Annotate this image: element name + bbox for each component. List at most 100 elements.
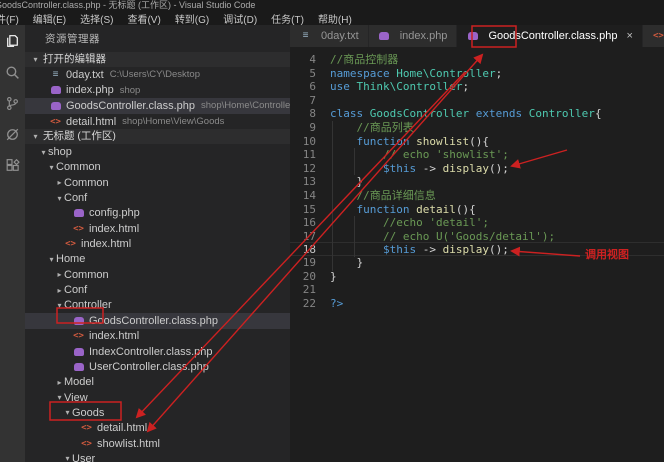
tree-folder-controller[interactable]: ▾ Controller [25,298,290,313]
tree-file-indexcontroller-class-php[interactable]: IndexController.class.php [25,344,290,359]
open-editor-item[interactable]: <> detail.html shop\Home\View\Goods [25,114,290,130]
file-path: shop\Home\Controller [201,100,290,112]
tree-folder-view[interactable]: ▾ View [25,390,290,405]
line-number: 14 [302,188,316,202]
code-text: namespace Home\Controller; [330,66,503,80]
file-name: detail.html [66,115,117,128]
menu-item-6[interactable]: 调试(D) [216,11,264,26]
code-text: $this -> display(); [382,243,509,257]
tree-folder-conf[interactable]: ▾ Conf [25,190,290,205]
tree-item-label: Home [56,253,86,266]
menu-item-7[interactable]: 任务(T) [264,11,311,26]
tree-file-usercontroller-class-php[interactable]: UserController.class.php [25,359,290,374]
extensions-icon[interactable] [4,157,21,174]
menu-item-5[interactable]: 转到(G) [168,11,216,26]
php-file-icon [72,315,85,326]
menu-item-2[interactable]: 编辑(E) [26,11,73,26]
code-line: 4 //商品控制器 [290,53,664,67]
html-file-icon: <> [652,31,664,41]
code-text: class GoodsController extends Controller… [330,107,602,121]
tree-folder-shop[interactable]: ▾ shop [25,144,290,159]
explorer-icon[interactable] [4,33,21,50]
php-file-icon [466,31,479,42]
workspace-section[interactable]: ▾ 无标题 (工作区) [25,129,290,145]
code-line: 6 use Think\Controller; [290,80,664,94]
chevron-down-icon: ▾ [65,408,70,418]
php-file-icon [72,208,85,219]
tree-folder-user[interactable]: ▾ User [25,451,290,462]
tree-folder-model[interactable]: ▸ Model [25,375,290,390]
menu-item-8[interactable]: 帮助(H) [311,11,359,26]
tab-close-icon[interactable]: × [626,30,632,42]
line-number: 19 [302,255,316,269]
code-line: 18 $this -> display(); [290,242,664,256]
open-editor-item[interactable]: ≡ 0day.txt C:\Users\CY\Desktop [25,67,290,83]
line-number: 22 [302,296,316,310]
tree-file-detail-html[interactable]: <> detail.html [25,421,290,436]
php-file-icon [378,31,391,42]
code-text: // echo 'showlist'; [382,148,509,162]
tab-bar: ≡ 0day.txt index.php GoodsController.class.… [290,25,664,47]
tree-file-goodscontroller-class-php[interactable]: GoodsController.class.php [25,313,290,329]
tree-folder-common[interactable]: ▸ Common [25,267,290,282]
line-number: 10 [302,134,316,148]
code-line: 21 [290,283,664,297]
tab-goodscontroller-class-php[interactable]: GoodsController.class.php × [457,25,643,47]
open-editor-item[interactable]: index.php shop [25,83,290,99]
menu-item-4[interactable]: 查看(V) [120,11,167,26]
tree-item-label: View [64,391,88,404]
menu-item-3[interactable]: 选择(S) [73,11,120,26]
line-number: 4 [309,53,316,66]
chevron-down-icon: ▾ [57,300,62,310]
file-path: shop\Home\View\Goods [122,116,225,128]
tab-0day-txt[interactable]: ≡ 0day.txt [290,25,369,47]
tree-item-label: IndexController.class.php [89,345,213,358]
source-control-icon[interactable] [4,95,21,112]
code-text: //商品列表 [356,120,414,134]
code-line: 13 } [290,175,664,189]
tree-folder-home[interactable]: ▾ Home [25,252,290,267]
line-number: 20 [302,269,316,283]
line-number: 11 [302,148,316,162]
search-icon[interactable] [4,64,21,81]
tree-folder-common[interactable]: ▾ Common [25,160,290,175]
line-number: 5 [309,66,316,80]
tree-item-label: Goods [72,406,105,419]
line-number: 8 [309,107,316,121]
chevron-right-icon: ▸ [57,178,62,188]
tree-folder-conf[interactable]: ▸ Conf [25,282,290,297]
html-file-icon: <> [65,239,76,250]
file-name: 0day.txt [66,68,104,81]
line-number: 7 [309,93,316,107]
html-file-icon: <> [73,331,84,342]
open-editors-section[interactable]: ▾ 打开的编辑器 [25,52,290,67]
tree-folder-common[interactable]: ▸ Common [25,175,290,190]
menu-item-1[interactable]: 文件(F) [0,11,26,26]
tree-file-index-html[interactable]: <> index.html [25,329,290,344]
code-editor[interactable]: 4 //商品控制器 5 namespace Home\Controller; 6 use … [290,47,664,462]
code-text: } [330,255,364,269]
code-line: 8 class GoodsController extends Controlle… [290,107,664,121]
debug-icon[interactable] [4,126,21,143]
open-editor-item[interactable]: GoodsController.class.php shop\Home\Contr… [25,98,290,114]
html-file-icon: <> [81,438,92,449]
workspace-label: 无标题 (工作区) [43,130,116,143]
tree-file-index-html[interactable]: <> index.html [25,221,290,236]
open-editors-list: ≡ 0day.txt C:\Users\CY\Desktop index.php sho… [25,67,290,129]
code-line: 11 // echo 'showlist'; [290,148,664,162]
line-number: 12 [302,161,316,175]
indent-guide [354,148,355,175]
tree-item-label: Controller [64,299,112,312]
tab-detail-html[interactable]: <>detail.html [642,25,664,47]
code-text: use Think\Controller; [330,80,470,94]
tree-file-showlist-html[interactable]: <> showlist.html [25,436,290,451]
code-text: } [330,269,337,283]
tree-file-index-html[interactable]: <> index.html [25,236,290,251]
tree-file-config-php[interactable]: config.php [25,206,290,221]
tree-folder-goods[interactable]: ▾ Goods [25,405,290,420]
code-line: 20} [290,270,664,284]
tab-label: GoodsController.class.php [488,30,618,42]
php-file-icon [49,85,62,96]
tab-index-php[interactable]: index.php [368,25,458,47]
chevron-down-icon: ▾ [33,55,38,64]
